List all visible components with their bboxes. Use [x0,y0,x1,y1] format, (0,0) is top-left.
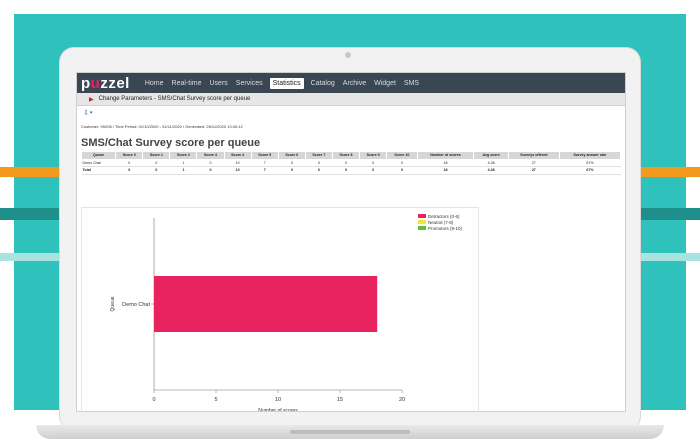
legend-label: Detractors (0-6) [428,214,460,219]
column-header[interactable]: Score 5 [250,151,279,160]
report-meta: Customer: 99206 / Time Period: 01/10/202… [81,124,243,129]
table-cell: 10 [224,159,252,167]
nav-item-statistics[interactable]: Statistics [269,77,304,89]
table-cell: 18 [417,166,474,175]
column-header[interactable]: Avg score [473,151,509,160]
x-tick-label: 20 [399,397,405,403]
table-cell: 67% [559,166,621,175]
chart-container: 0 5 10 15 20 Demo Chat Number of scores Queue De… [81,207,479,412]
table-cell: 1 [169,159,197,167]
table-cell: 67% [559,159,621,167]
nav-item-sms[interactable]: SMS [403,78,420,89]
legend-swatch [418,226,426,230]
export-icon[interactable]: ⇩ [83,109,89,117]
column-header[interactable]: Score 9 [359,151,388,160]
x-tick-label: 10 [275,397,281,403]
nav-item-services[interactable]: Services [235,78,264,89]
table-cell: 0 [359,166,387,175]
app-screen: puzzel Home Real-time Users Services Statist… [76,72,626,412]
logo[interactable]: puzzel [81,75,130,92]
table-row: Demo Chat 0 0 1 0 10 7 0 0 0 0 0 18 4.28 27 67% [81,159,621,167]
column-header[interactable]: Score 3 [196,151,225,160]
camera-icon [345,52,351,58]
nav-item-widget[interactable]: Widget [373,78,397,89]
parameters-label[interactable]: Change Parameters - SMS/Chat Survey scor… [99,96,251,102]
table-cell: 0 [386,166,418,175]
x-tick-label: 15 [337,397,343,403]
table-cell: Demo Chat [81,159,116,167]
column-header[interactable]: Score 10 [386,151,418,160]
table-cell: 0 [305,159,333,167]
nav-item-users[interactable]: Users [209,78,229,89]
column-header[interactable]: Score 4 [223,151,252,160]
bar-chart: 0 5 10 15 20 Demo Chat Number of scores Queue De… [110,214,463,412]
table-cell: 18 [417,159,474,167]
table-cell: 0 [359,159,387,167]
nav-item-archive[interactable]: Archive [342,78,367,89]
legend-swatch [418,220,426,224]
table-total-row: Total 0 0 1 0 10 7 0 0 0 0 0 18 4.28 27 67% [81,166,621,175]
table-header-row: Queue Score 0 Score 1 Score 2 Score 3 Score 4… [80,151,622,160]
column-header[interactable]: Score 7 [304,151,333,160]
column-header[interactable]: Number of scores [416,151,475,160]
legend-label: Promotors (9-10) [428,226,463,231]
table-cell: 0 [386,159,418,167]
table-cell: 0 [115,166,143,175]
legend-swatch [418,214,426,218]
table-cell: 0 [142,166,170,175]
table-cell: Total [81,166,116,175]
bar-detractors-0-6- [154,276,378,332]
nav-item-catalog[interactable]: Catalog [310,78,336,89]
column-header[interactable]: Surveys offered [507,151,560,160]
table-body: Demo Chat 0 0 1 0 10 7 0 0 0 0 0 18 4.28 27 67% Total 0 0 1… [81,159,621,175]
nav-menu: Home Real-time Users Services Statistics Cata… [144,77,426,89]
table-cell: 27 [508,159,560,167]
column-header[interactable]: Score 2 [169,151,198,160]
table-cell: 7 [251,166,279,175]
table-cell: 4.28 [473,166,509,175]
table-cell: 0 [278,166,306,175]
table-cell: 1 [169,166,197,175]
report-title: SMS/Chat Survey score per queue [81,137,261,149]
legend-label: Neutral (7-8) [428,220,454,225]
top-navigation: puzzel Home Real-time Users Services Statist… [77,73,625,93]
laptop-frame: puzzel Home Real-time Users Services Statist… [60,48,640,430]
table-cell: 0 [196,166,225,175]
table-cell: 0 [142,159,170,167]
column-header[interactable]: Score 1 [142,151,171,160]
y-tick-label: Demo Chat [122,302,150,308]
laptop-notch [290,430,410,434]
arrow-right-icon: ▶ [89,96,94,103]
nav-item-real-time[interactable]: Real-time [171,78,203,89]
table-cell: 27 [508,166,560,175]
chevron-down-icon[interactable]: ▾ [90,110,93,116]
nav-item-home[interactable]: Home [144,78,165,89]
table-cell: 0 [115,159,143,167]
column-header[interactable]: Score 8 [331,151,361,160]
table-cell: 0 [278,159,306,167]
parameters-bar[interactable]: ▶ Change Parameters - SMS/Chat Survey sc… [77,93,625,106]
y-axis-title: Queue [110,296,116,311]
report-toolbar: ⇩ ▾ [77,106,625,120]
column-header[interactable]: Survey answer rate [558,151,622,160]
table-cell: 0 [305,166,333,175]
x-tick-label: 5 [214,397,217,403]
table-cell: 0 [332,159,360,167]
table-cell: 4.28 [473,159,509,167]
table-cell: 10 [224,166,252,175]
x-axis-title: Number of scores [258,408,298,412]
x-tick-label: 0 [152,397,155,403]
table-cell: 7 [251,159,279,167]
column-header[interactable]: Score 0 [115,151,144,160]
column-header[interactable]: Score 6 [277,151,306,160]
table-cell: 0 [196,159,225,167]
column-header[interactable]: Queue [80,151,117,160]
table-cell: 0 [332,166,360,175]
report-table: Queue Score 0 Score 1 Score 2 Score 3 Score 4… [80,151,622,175]
